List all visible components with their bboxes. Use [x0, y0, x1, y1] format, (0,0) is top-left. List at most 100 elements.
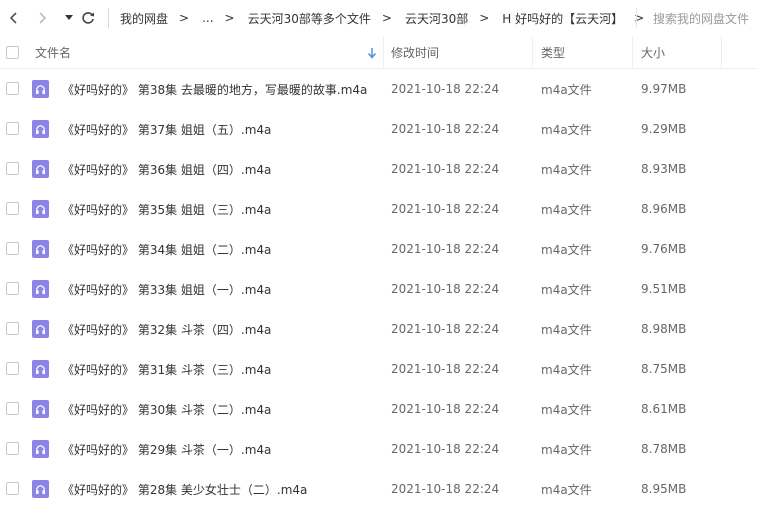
file-type: m4a文件 [541, 202, 592, 217]
file-type: m4a文件 [541, 442, 592, 457]
breadcrumb-item[interactable]: 我的网盘 [120, 10, 168, 27]
file-type: m4a文件 [541, 82, 592, 97]
column-divider[interactable] [383, 36, 384, 69]
audio-file-icon [32, 360, 49, 378]
file-name[interactable]: 《好吗好的》 第36集 姐姐（四）.m4a [62, 149, 271, 189]
file-size: 8.96MB [641, 202, 687, 216]
chevron-right-icon [39, 12, 47, 24]
file-modified: 2021-10-18 22:24 [391, 282, 500, 296]
file-type: m4a文件 [541, 322, 592, 337]
audio-file-icon [32, 240, 49, 258]
file-modified: 2021-10-18 22:24 [391, 202, 500, 216]
row-checkbox[interactable] [6, 162, 19, 175]
column-header-label: 大小 [641, 46, 666, 60]
file-type: m4a文件 [541, 122, 592, 137]
audio-file-icon [32, 440, 49, 458]
file-name[interactable]: 《好吗好的》 第32集 斗茶（四）.m4a [62, 309, 271, 349]
search-input[interactable]: 搜索我的网盘文件 [644, 0, 758, 36]
audio-file-icon [32, 400, 49, 418]
row-checkbox[interactable] [6, 202, 19, 215]
row-checkbox[interactable] [6, 122, 19, 135]
file-name[interactable]: 《好吗好的》 第30集 斗茶（二）.m4a [62, 389, 271, 429]
table-row[interactable]: 《好吗好的》 第32集 斗茶（四）.m4a 2021-10-18 22:24 m… [0, 309, 758, 349]
breadcrumb-separator: > [179, 11, 190, 25]
breadcrumb-item[interactable]: 云天河30部等多个文件 [248, 10, 371, 27]
table-row[interactable]: 《好吗好的》 第29集 斗茶（一）.m4a 2021-10-18 22:24 m… [0, 429, 758, 469]
file-name[interactable]: 《好吗好的》 第35集 姐姐（三）.m4a [62, 189, 271, 229]
column-header-label: 修改时间 [391, 46, 440, 60]
file-modified: 2021-10-18 22:24 [391, 442, 500, 456]
file-type: m4a文件 [541, 482, 592, 497]
column-header-name[interactable]: 文件名 [35, 36, 71, 69]
row-checkbox[interactable] [6, 242, 19, 255]
breadcrumb-item[interactable]: 云天河30部 [405, 10, 468, 27]
row-checkbox[interactable] [6, 482, 19, 495]
table-row[interactable]: 《好吗好的》 第38集 去最暖的地方，写最暖的故事.m4a 2021-10-18… [0, 69, 758, 109]
file-size: 9.76MB [641, 242, 687, 256]
file-name[interactable]: 《好吗好的》 第29集 斗茶（一）.m4a [62, 429, 271, 469]
row-checkbox[interactable] [6, 82, 19, 95]
row-checkbox[interactable] [6, 322, 19, 335]
sort-down-icon[interactable] [367, 47, 377, 59]
file-modified: 2021-10-18 22:24 [391, 82, 500, 96]
column-header-type[interactable]: 类型 [541, 36, 565, 69]
file-modified: 2021-10-18 22:24 [391, 402, 500, 416]
breadcrumb-item[interactable]: H 好吗好的【云天河】 [502, 10, 623, 27]
file-name[interactable]: 《好吗好的》 第34集 姐姐（二）.m4a [62, 229, 271, 269]
audio-file-icon [32, 280, 49, 298]
file-name[interactable]: 《好吗好的》 第28集 美少女壮士（二）.m4a [62, 469, 307, 509]
search-placeholder: 搜索我的网盘文件 [653, 11, 750, 26]
audio-file-icon [32, 320, 49, 338]
table-row[interactable]: 《好吗好的》 第28集 美少女壮士（二）.m4a 2021-10-18 22:2… [0, 469, 758, 509]
row-checkbox[interactable] [6, 442, 19, 455]
table-row[interactable]: 《好吗好的》 第36集 姐姐（四）.m4a 2021-10-18 22:24 m… [0, 149, 758, 189]
row-checkbox[interactable] [6, 402, 19, 415]
table-row[interactable]: 《好吗好的》 第34集 姐姐（二）.m4a 2021-10-18 22:24 m… [0, 229, 758, 269]
table-header: 文件名 修改时间 类型 大小 [0, 36, 758, 69]
column-header-modified[interactable]: 修改时间 [391, 36, 439, 69]
refresh-button[interactable] [79, 8, 97, 28]
table-row[interactable]: 《好吗好的》 第31集 斗茶（三）.m4a 2021-10-18 22:24 m… [0, 349, 758, 389]
file-type: m4a文件 [541, 402, 592, 417]
back-button[interactable] [5, 8, 23, 28]
audio-file-icon [32, 160, 49, 178]
column-header-size[interactable]: 大小 [641, 36, 665, 69]
history-dropdown-button[interactable] [60, 8, 78, 28]
forward-button[interactable] [33, 8, 51, 28]
file-size: 8.78MB [641, 442, 687, 456]
audio-file-icon [32, 480, 49, 498]
file-name[interactable]: 《好吗好的》 第33集 姐姐（一）.m4a [62, 269, 271, 309]
file-type: m4a文件 [541, 242, 592, 257]
breadcrumb-item[interactable]: ... [202, 11, 213, 25]
file-name[interactable]: 《好吗好的》 第37集 姐姐（五）.m4a [62, 109, 271, 149]
table-row[interactable]: 《好吗好的》 第37集 姐姐（五）.m4a 2021-10-18 22:24 m… [0, 109, 758, 149]
chevron-left-icon [9, 12, 17, 24]
file-size: 8.75MB [641, 362, 687, 376]
file-type: m4a文件 [541, 162, 592, 177]
column-divider[interactable] [532, 36, 533, 69]
audio-file-icon [32, 80, 49, 98]
audio-file-icon [32, 200, 49, 218]
file-modified: 2021-10-18 22:24 [391, 122, 500, 136]
file-modified: 2021-10-18 22:24 [391, 322, 500, 336]
breadcrumb: 我的网盘 > ... > 云天河30部等多个文件 > 云天河30部 > H 好吗… [120, 0, 657, 36]
file-modified: 2021-10-18 22:24 [391, 242, 500, 256]
row-checkbox[interactable] [6, 362, 19, 375]
file-name[interactable]: 《好吗好的》 第38集 去最暖的地方，写最暖的故事.m4a [62, 69, 367, 109]
file-size: 8.98MB [641, 322, 687, 336]
file-name[interactable]: 《好吗好的》 第31集 斗茶（三）.m4a [62, 349, 271, 389]
breadcrumb-separator: > [381, 11, 392, 25]
table-row[interactable]: 《好吗好的》 第30集 斗茶（二）.m4a 2021-10-18 22:24 m… [0, 389, 758, 429]
file-size: 8.93MB [641, 162, 687, 176]
search-divider [636, 8, 637, 28]
column-divider[interactable] [632, 36, 633, 69]
column-divider[interactable] [721, 36, 722, 69]
table-row[interactable]: 《好吗好的》 第33集 姐姐（一）.m4a 2021-10-18 22:24 m… [0, 269, 758, 309]
breadcrumb-separator: > [224, 11, 235, 25]
table-row[interactable]: 《好吗好的》 第35集 姐姐（三）.m4a 2021-10-18 22:24 m… [0, 189, 758, 229]
file-type: m4a文件 [541, 362, 592, 377]
row-checkbox[interactable] [6, 282, 19, 295]
column-header-label: 类型 [541, 46, 566, 60]
select-all-checkbox[interactable] [6, 46, 19, 59]
file-size: 8.61MB [641, 402, 687, 416]
